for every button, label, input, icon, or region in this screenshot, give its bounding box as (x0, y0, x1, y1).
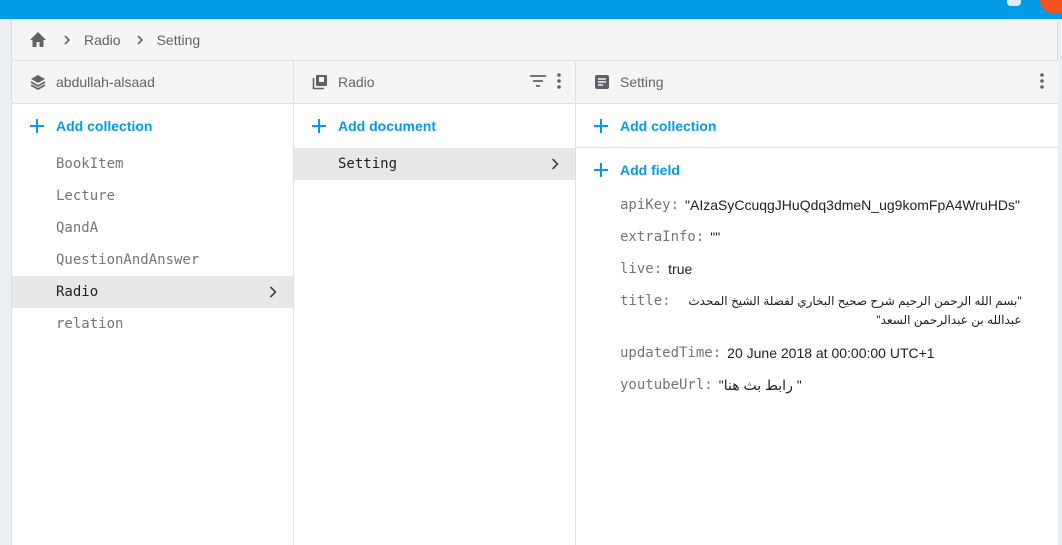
plus-icon (30, 119, 44, 133)
database-stack-icon (30, 75, 46, 90)
root-column: abdullah-alsaad Add collection BookItem … (12, 61, 294, 545)
notifications-icon[interactable] (1004, 0, 1024, 8)
add-collection-label: Add collection (56, 118, 153, 134)
collection-item-lecture[interactable]: Lecture (12, 180, 293, 212)
document-tools (1040, 73, 1044, 89)
field-key: title: (620, 293, 671, 309)
breadcrumb: Radio Setting (12, 19, 1057, 61)
plus-icon (312, 119, 326, 133)
breadcrumb-item-setting[interactable]: Setting (157, 32, 201, 48)
chevron-right-icon (551, 158, 559, 170)
add-document-button[interactable]: Add document (294, 104, 575, 148)
field-title[interactable]: title: "بسم الله الرحمن الرحيم شرح صحيح … (620, 292, 1058, 330)
add-subcollection-button[interactable]: Add collection (576, 104, 1058, 148)
collection-column: Radio Add document Setting (294, 61, 576, 545)
document-icon (595, 75, 609, 89)
collection-header: Radio (294, 61, 575, 104)
breadcrumb-item-radio[interactable]: Radio (84, 32, 121, 48)
add-collection-button[interactable]: Add collection (12, 104, 293, 148)
more-vert-icon[interactable] (557, 73, 561, 89)
field-value: "بسم الله الرحمن الرحيم شرح صحيح البخاري… (688, 294, 1022, 327)
top-app-bar (0, 0, 1062, 19)
document-title: Setting (620, 74, 664, 90)
chevron-right-icon (137, 34, 143, 45)
collection-item-radio[interactable]: Radio (12, 276, 293, 308)
collection-icon (312, 75, 327, 90)
document-column: Setting Add collection Add field apiKey:… (576, 61, 1058, 545)
collection-item-questionandanswer[interactable]: QuestionAndAnswer (12, 244, 293, 276)
plus-icon (594, 118, 608, 133)
filter-icon[interactable] (529, 74, 547, 88)
field-key: updatedTime: (620, 345, 722, 361)
field-key: youtubeUrl: (620, 377, 713, 393)
field-key: apiKey: (620, 197, 680, 213)
field-youtubeurl[interactable]: youtubeUrl: "رابط بث هنا " (620, 376, 1058, 394)
field-value: 20 June 2018 at 00:00:00 UTC+1 (727, 345, 935, 361)
field-value: true (668, 261, 693, 277)
project-header: abdullah-alsaad (12, 61, 293, 104)
document-item-setting[interactable]: Setting (294, 148, 575, 180)
firestore-data-panel: Radio Setting abdullah-alsaad Add collec… (11, 19, 1058, 545)
field-apikey[interactable]: apiKey: "AIzaSyCcuqgJHuQdq3dmeN_ug9komFp… (620, 196, 1058, 214)
collection-title: Radio (338, 74, 375, 90)
collection-item-relation[interactable]: relation (12, 308, 293, 340)
more-vert-icon[interactable] (1040, 73, 1044, 89)
field-key: extraInfo: (620, 229, 705, 245)
chevron-right-icon (269, 286, 277, 298)
field-value: "AIzaSyCcuqgJHuQdq3dmeN_ug9komFpA4WruHDs… (685, 197, 1020, 213)
document-header: Setting (576, 61, 1058, 104)
collection-item-bookitem[interactable]: BookItem (12, 148, 293, 180)
field-value: "" (710, 229, 721, 245)
chevron-right-icon (64, 34, 71, 45)
field-live[interactable]: live: true (620, 260, 1058, 278)
account-avatar[interactable] (1040, 0, 1062, 14)
add-collection-label: Add collection (620, 117, 717, 134)
add-field-label: Add field (620, 162, 680, 178)
add-document-label: Add document (338, 118, 436, 134)
field-updatedtime[interactable]: updatedTime: 20 June 2018 at 00:00:00 UT… (620, 344, 1058, 362)
collection-item-qanda[interactable]: QandA (12, 212, 293, 244)
field-list: apiKey: "AIzaSyCcuqgJHuQdq3dmeN_ug9komFp… (576, 192, 1058, 394)
project-name: abdullah-alsaad (56, 74, 155, 90)
add-field-button[interactable]: Add field (576, 148, 1058, 192)
field-value: "رابط بث هنا " (718, 377, 802, 393)
field-key: live: (620, 261, 663, 277)
home-icon[interactable] (28, 30, 48, 50)
field-extrainfo[interactable]: extraInfo: "" (620, 228, 1058, 246)
plus-icon (594, 163, 608, 177)
collection-tools (529, 73, 561, 89)
